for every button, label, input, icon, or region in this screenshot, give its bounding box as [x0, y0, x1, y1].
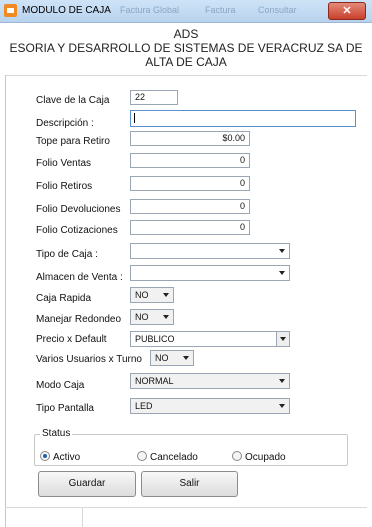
background-tab: Consultar — [258, 5, 297, 15]
modo-caja-select[interactable]: NORMAL — [130, 373, 290, 389]
company-name: ESORIA Y DESARROLLO DE SISTEMAS DE VERAC… — [9, 41, 363, 55]
dropdown-arrow-icon — [279, 271, 285, 275]
varios-usuarios-value: NO — [155, 353, 169, 363]
salir-button[interactable]: Salir — [141, 471, 238, 497]
close-button[interactable]: ✕ — [328, 2, 366, 20]
dropdown-arrow-icon — [279, 249, 285, 253]
radio-selected-icon — [40, 451, 50, 461]
precio-value: PUBLICO — [135, 334, 175, 344]
divider — [5, 75, 6, 527]
dropdown-arrow-icon — [279, 379, 285, 383]
status-bar-divider — [82, 507, 83, 527]
caja-rapida-value: NO — [135, 290, 149, 300]
modo-caja-value: NORMAL — [135, 376, 174, 386]
status-bar — [5, 507, 367, 508]
tipo-pantalla-label: Tipo Pantalla — [36, 403, 94, 414]
guardar-button[interactable]: Guardar — [38, 471, 136, 497]
tope-label: Tope para Retiro — [36, 136, 110, 147]
text-cursor — [134, 113, 135, 123]
status-radio-activo[interactable]: Activo — [40, 451, 80, 463]
redondeo-select[interactable]: NO — [130, 309, 174, 325]
folio-ventas-field[interactable]: 0 — [130, 153, 250, 168]
background-tab: Factura — [205, 5, 236, 15]
app-icon — [4, 4, 17, 17]
radio-label: Ocupado — [245, 452, 286, 463]
descripcion-field[interactable] — [130, 110, 356, 127]
dropdown-button[interactable] — [276, 332, 289, 346]
folio-retiros-label: Folio Retiros — [36, 181, 93, 192]
background-tab: Factura Global — [120, 5, 180, 15]
folio-ventas-label: Folio Ventas — [36, 158, 92, 169]
folio-cotizaciones-field[interactable]: 0 — [130, 220, 250, 235]
varios-usuarios-label: Varios Usuarios x Turno — [36, 354, 142, 365]
folio-devoluciones-label: Folio Devoluciones — [36, 204, 121, 215]
varios-usuarios-select[interactable]: NO — [150, 350, 194, 366]
folio-cotizaciones-label: Folio Cotizaciones — [36, 225, 118, 236]
descripcion-label: Descripción : — [36, 118, 94, 129]
folio-retiros-field[interactable]: 0 — [130, 176, 250, 191]
divider — [5, 75, 367, 76]
redondeo-label: Manejar Redondeo — [36, 314, 122, 325]
precio-label: Precio x Default — [36, 334, 107, 345]
tipo-pantalla-value: LED — [135, 401, 153, 411]
dropdown-arrow-icon — [280, 337, 286, 341]
dropdown-arrow-icon — [183, 356, 189, 360]
redondeo-value: NO — [135, 312, 149, 322]
title-bar: MODULO DE CAJA Factura Global Factura Co… — [0, 0, 372, 23]
radio-icon — [137, 451, 147, 461]
radio-label: Cancelado — [150, 452, 198, 463]
caja-rapida-select[interactable]: NO — [130, 287, 174, 303]
clave-label: Clave de la Caja — [36, 95, 110, 106]
page-title: ALTA DE CAJA — [145, 55, 227, 69]
company-acronym: ADS — [173, 27, 199, 41]
radio-label: Activo — [53, 452, 81, 463]
tipo-caja-select[interactable] — [130, 243, 290, 259]
tipo-pantalla-select[interactable]: LED — [130, 398, 290, 414]
dropdown-arrow-icon — [279, 404, 285, 408]
window-title: MODULO DE CAJA — [22, 5, 111, 16]
tope-field[interactable]: $0.00 — [130, 131, 250, 146]
dropdown-arrow-icon — [163, 315, 169, 319]
status-group-label: Status — [40, 428, 73, 439]
folio-devoluciones-field[interactable]: 0 — [130, 199, 250, 214]
modo-caja-label: Modo Caja — [36, 380, 85, 391]
clave-field[interactable]: 22 — [130, 90, 178, 105]
caja-rapida-label: Caja Rapida — [36, 293, 92, 304]
radio-icon — [232, 451, 242, 461]
status-radio-cancelado[interactable]: Cancelado — [137, 451, 198, 463]
almacen-label: Almacen de Venta : — [36, 272, 123, 283]
tipo-caja-label: Tipo de Caja : — [36, 249, 98, 260]
dropdown-arrow-icon — [163, 293, 169, 297]
precio-select[interactable]: PUBLICO — [130, 331, 290, 347]
almacen-select[interactable] — [130, 265, 290, 281]
status-radio-ocupado[interactable]: Ocupado — [232, 451, 286, 463]
